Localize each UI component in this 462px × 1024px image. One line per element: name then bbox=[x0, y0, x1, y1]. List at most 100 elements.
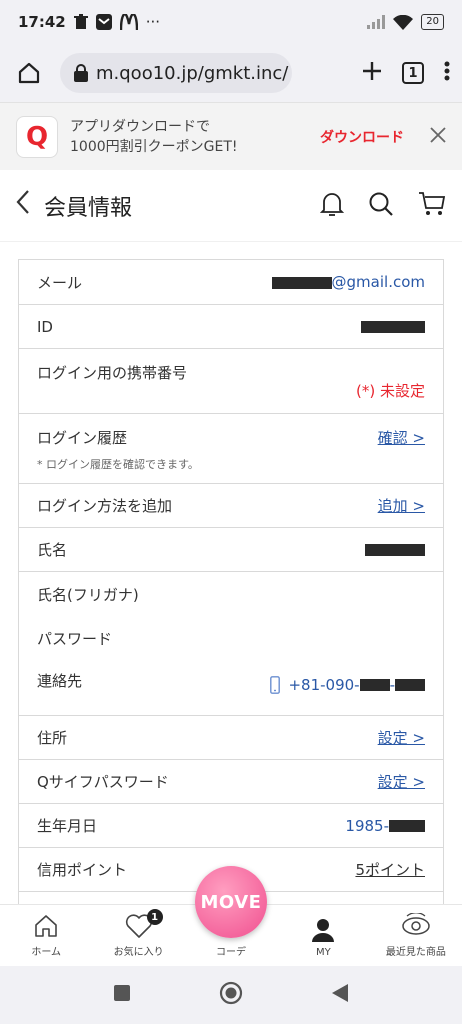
page-header: 会員情報 bbox=[0, 170, 462, 242]
email-value: @gmail.com bbox=[271, 273, 425, 291]
nav-home[interactable]: ホーム bbox=[0, 905, 92, 966]
row-label: ログイン履歴 bbox=[37, 429, 128, 447]
banner-line-1: アプリダウンロードで bbox=[70, 118, 210, 135]
system-nav-bar bbox=[0, 966, 462, 1024]
nav-my[interactable]: MY bbox=[277, 905, 369, 966]
plus-icon bbox=[363, 62, 381, 80]
row-label: 氏名 bbox=[37, 541, 68, 559]
battery-icon: 20 bbox=[421, 14, 444, 30]
row-add-login: ログイン方法を追加 追加 > bbox=[19, 484, 443, 528]
row-label: 住所 bbox=[37, 729, 68, 747]
move-button[interactable]: MOVE bbox=[195, 866, 267, 938]
row-id: ID bbox=[19, 305, 443, 349]
login-history-note: * ログイン履歴を確認できます。 bbox=[37, 458, 199, 471]
redacted-block bbox=[365, 544, 425, 556]
row-login-phone: ログイン用の携帯番号 (*) 未設定 bbox=[19, 349, 443, 414]
square-icon bbox=[114, 985, 130, 1001]
person-icon bbox=[312, 919, 335, 942]
address-settings-link[interactable]: 設定 > bbox=[378, 727, 425, 748]
browser-toolbar: m.qoo10.jp/gmkt.inc/ 1 bbox=[0, 44, 462, 102]
new-tab-button[interactable] bbox=[362, 58, 382, 88]
nav-coordinate-label: コーデ bbox=[216, 947, 247, 958]
row-label: ログイン方法を追加 bbox=[37, 497, 173, 515]
chevron-left-icon bbox=[16, 190, 29, 214]
nav-my-label: MY bbox=[316, 947, 331, 958]
trash-icon bbox=[73, 14, 88, 29]
nav-favorites[interactable]: 1 お気に入り bbox=[92, 905, 184, 966]
qoo10-logo: Q bbox=[16, 115, 58, 158]
lock-icon bbox=[74, 64, 88, 82]
download-app-link[interactable]: ダウンロード bbox=[320, 127, 404, 147]
row-label: ID bbox=[37, 317, 53, 336]
row-name-kana: 氏名(フリガナ) bbox=[19, 572, 443, 616]
home-icon bbox=[18, 62, 40, 84]
row-password: パスワード bbox=[19, 616, 443, 660]
cart-button[interactable] bbox=[418, 191, 446, 221]
back-system-button[interactable] bbox=[331, 983, 349, 1007]
page-title: 会員情報 bbox=[44, 195, 133, 221]
row-label: 連絡先 bbox=[37, 672, 83, 690]
redacted-block bbox=[395, 679, 425, 691]
status-time: 17:42 bbox=[18, 13, 66, 31]
app-download-banner: Q アプリダウンロードで 1000円割引クーポンGET! ダウンロード bbox=[0, 102, 462, 170]
row-birthday: 生年月日 1985- bbox=[19, 804, 443, 848]
login-phone-status: (*) 未設定 bbox=[356, 382, 425, 400]
row-label: メール bbox=[37, 273, 83, 292]
redacted-block bbox=[271, 276, 332, 289]
recents-button[interactable] bbox=[113, 984, 131, 1006]
contact-value: +81-090- - bbox=[270, 676, 425, 694]
favorites-badge: 1 bbox=[146, 909, 163, 925]
row-label: Qサイフパスワード bbox=[37, 773, 169, 791]
mcdonalds-icon bbox=[119, 14, 138, 30]
row-contact: 連絡先 +81-090- - bbox=[19, 660, 443, 716]
status-more: ··· bbox=[145, 13, 161, 31]
home-system-button[interactable] bbox=[219, 981, 243, 1009]
row-label: 生年月日 bbox=[37, 817, 98, 835]
row-label: 氏名(フリガナ) bbox=[37, 585, 139, 604]
eye-icon bbox=[402, 913, 430, 935]
banner-line-2: 1000円割引クーポンGET! bbox=[70, 138, 238, 155]
id-value bbox=[361, 318, 425, 336]
more-vert-icon bbox=[444, 61, 450, 81]
credit-points-link[interactable]: 5ポイント bbox=[355, 859, 425, 880]
redacted-block bbox=[359, 679, 390, 691]
cart-icon bbox=[419, 191, 446, 215]
search-icon bbox=[369, 192, 393, 216]
status-bar: 17:42 ··· 20 bbox=[0, 0, 462, 44]
row-login-history: ログイン履歴 確認 > * ログイン履歴を確認できます。 bbox=[19, 414, 443, 484]
redacted-block bbox=[389, 820, 425, 832]
url-text: m.qoo10.jp/gmkt.inc/ bbox=[96, 62, 289, 84]
name-value bbox=[365, 541, 425, 559]
q-wallet-settings-link[interactable]: 設定 > bbox=[378, 771, 425, 792]
login-history-confirm-link[interactable]: 確認 > bbox=[378, 427, 425, 448]
notifications-button[interactable] bbox=[319, 190, 345, 222]
triangle-back-icon bbox=[332, 984, 348, 1002]
close-icon bbox=[430, 127, 446, 143]
address-bar[interactable]: m.qoo10.jp/gmkt.inc/ bbox=[60, 53, 292, 93]
add-login-method-link[interactable]: 追加 > bbox=[378, 495, 425, 516]
row-address: 住所 設定 > bbox=[19, 716, 443, 760]
wifi-icon bbox=[393, 14, 414, 30]
tab-switcher-button[interactable]: 1 bbox=[402, 62, 424, 84]
banner-close-button[interactable] bbox=[430, 124, 446, 149]
nav-recent[interactable]: 最近見た商品 bbox=[370, 905, 462, 966]
row-label: パスワード bbox=[37, 629, 113, 648]
browser-menu-button[interactable] bbox=[444, 61, 450, 85]
signal-icon bbox=[367, 15, 386, 29]
birthday-value: 1985- bbox=[345, 817, 425, 835]
nav-home-label: ホーム bbox=[31, 947, 62, 958]
circle-icon bbox=[219, 981, 243, 1005]
back-button[interactable] bbox=[16, 189, 30, 222]
row-name: 氏名 bbox=[19, 528, 443, 572]
redacted-block bbox=[361, 321, 425, 333]
bell-icon bbox=[319, 192, 345, 216]
row-label: ログイン用の携帯番号 bbox=[37, 364, 188, 382]
member-info-list: メール @gmail.com ID ログイン用の携帯番号 (*) 未設定 ログイ… bbox=[18, 259, 444, 906]
browser-home-button[interactable] bbox=[12, 56, 46, 90]
search-button[interactable] bbox=[368, 191, 394, 221]
row-q-wallet-password: Qサイフパスワード 設定 > bbox=[19, 760, 443, 804]
nav-favorites-label: お気に入り bbox=[113, 947, 164, 958]
home-icon bbox=[35, 915, 58, 937]
mobile-phone-icon bbox=[270, 676, 281, 694]
row-email: メール @gmail.com bbox=[19, 260, 443, 305]
